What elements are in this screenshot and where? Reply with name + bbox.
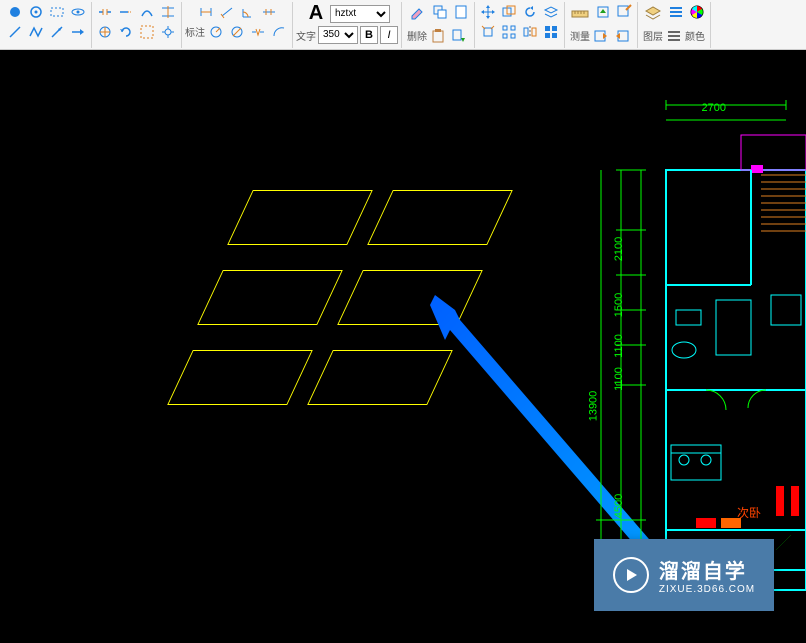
dim-radius-icon[interactable] — [206, 22, 226, 42]
italic-button[interactable]: I — [380, 26, 398, 44]
watermark-title: 溜溜自学 — [659, 555, 755, 584]
measure-label: 测量 — [570, 28, 590, 46]
layer-lines-icon[interactable] — [664, 26, 684, 46]
parallelogram-1[interactable] — [227, 190, 373, 245]
rotate-cw-icon[interactable] — [520, 2, 540, 22]
delete-group: 删除 — [402, 2, 475, 48]
layer-label: 图层 — [643, 28, 663, 46]
dim-aligned-icon[interactable] — [217, 2, 237, 22]
text-group: A hztxt 文字 350 B I — [293, 2, 402, 48]
import-icon[interactable] — [593, 2, 613, 22]
watermark-subtitle: ZIXUE.3D66.COM — [659, 584, 755, 595]
modify-tools-group — [92, 2, 182, 48]
size-select[interactable]: 350 — [318, 26, 358, 44]
dim-arc-icon[interactable] — [269, 22, 289, 42]
layer-list-icon[interactable] — [666, 2, 686, 22]
parallelogram-3[interactable] — [197, 270, 343, 325]
move-icon[interactable] — [478, 2, 498, 22]
parallelogram-2[interactable] — [367, 190, 513, 245]
dim-top-1: 2700 — [702, 102, 726, 114]
bold-button[interactable]: B — [360, 26, 378, 44]
dim-left-total: 13900 — [588, 391, 600, 422]
rotate-icon[interactable] — [116, 22, 136, 42]
ruler-icon[interactable] — [568, 2, 592, 26]
color-label: 颜色 — [685, 28, 705, 46]
export-pencil-icon[interactable] — [614, 2, 634, 22]
array-icon[interactable] — [499, 22, 519, 42]
eraser-icon[interactable] — [405, 2, 429, 26]
out-arrow-icon[interactable] — [612, 26, 632, 46]
main-toolbar: 标注 A hztxt 文字 350 B I — [0, 0, 806, 50]
grid-icon[interactable] — [541, 22, 561, 42]
circle-fill-icon[interactable] — [5, 2, 25, 22]
measure-group: 测量 — [565, 2, 638, 48]
line-icon[interactable] — [5, 22, 25, 42]
annotation-group: 标注 — [182, 2, 293, 48]
rotate-center-icon[interactable] — [95, 22, 115, 42]
dim-continue-icon[interactable] — [259, 2, 279, 22]
parallelogram-4[interactable] — [337, 270, 483, 325]
dim-linear-icon[interactable] — [196, 2, 216, 22]
dim-left-1: 2100 — [613, 237, 625, 261]
room-label: 次卧 — [737, 504, 761, 521]
dim-left-4: 1100 — [613, 367, 625, 391]
dim-left-5: 4500 — [613, 494, 625, 518]
explode-icon[interactable] — [478, 22, 498, 42]
polyline-icon[interactable] — [26, 22, 46, 42]
dim-break-icon[interactable] — [248, 22, 268, 42]
break-icon[interactable] — [95, 2, 115, 22]
extend-icon[interactable] — [116, 2, 136, 22]
dim-angle-icon[interactable] — [238, 2, 258, 22]
in-arrow-icon[interactable] — [591, 26, 611, 46]
dim-left-2: 1500 — [613, 293, 625, 317]
trim-icon[interactable] — [158, 2, 178, 22]
copy-icon[interactable] — [430, 2, 450, 22]
layers-icon[interactable] — [641, 2, 665, 26]
arc-icon[interactable] — [137, 2, 157, 22]
page-icon[interactable] — [451, 2, 471, 22]
layer-group: 图层 颜色 — [638, 2, 711, 48]
parallelogram-5[interactable] — [167, 350, 313, 405]
annotation-label: 标注 — [185, 24, 205, 42]
parallelogram-6[interactable] — [307, 350, 453, 405]
draw-tools-group — [2, 2, 92, 48]
dim-left-3: 1100 — [613, 334, 625, 358]
gear-icon[interactable] — [158, 22, 178, 42]
select-rect-icon[interactable] — [137, 22, 157, 42]
stack-icon[interactable] — [541, 2, 561, 22]
arrow-horiz-icon[interactable] — [68, 22, 88, 42]
rect-dashed-icon[interactable] — [47, 2, 67, 22]
delete-label: 删除 — [407, 28, 427, 46]
canvas-area[interactable]: 2700 2100 1500 1100 1100 4500 13900 次卧 溜… — [0, 50, 806, 643]
dim-diameter-icon[interactable] — [227, 22, 247, 42]
clipboard-icon[interactable] — [428, 26, 448, 46]
eye-icon[interactable] — [68, 2, 88, 22]
play-icon — [613, 557, 649, 593]
arrow-diag-icon[interactable] — [47, 22, 67, 42]
transform-group — [475, 2, 565, 48]
font-select[interactable]: hztxt — [330, 5, 390, 23]
text-icon[interactable]: A — [304, 2, 328, 26]
watermark: 溜溜自学 ZIXUE.3D66.COM — [594, 539, 774, 611]
paste-arrow-icon[interactable] — [449, 26, 469, 46]
circle-target-icon[interactable] — [26, 2, 46, 22]
color-wheel-icon[interactable] — [687, 2, 707, 22]
offset-icon[interactable] — [499, 2, 519, 22]
mirror-icon[interactable] — [520, 22, 540, 42]
text-label: 文字 — [296, 28, 316, 43]
